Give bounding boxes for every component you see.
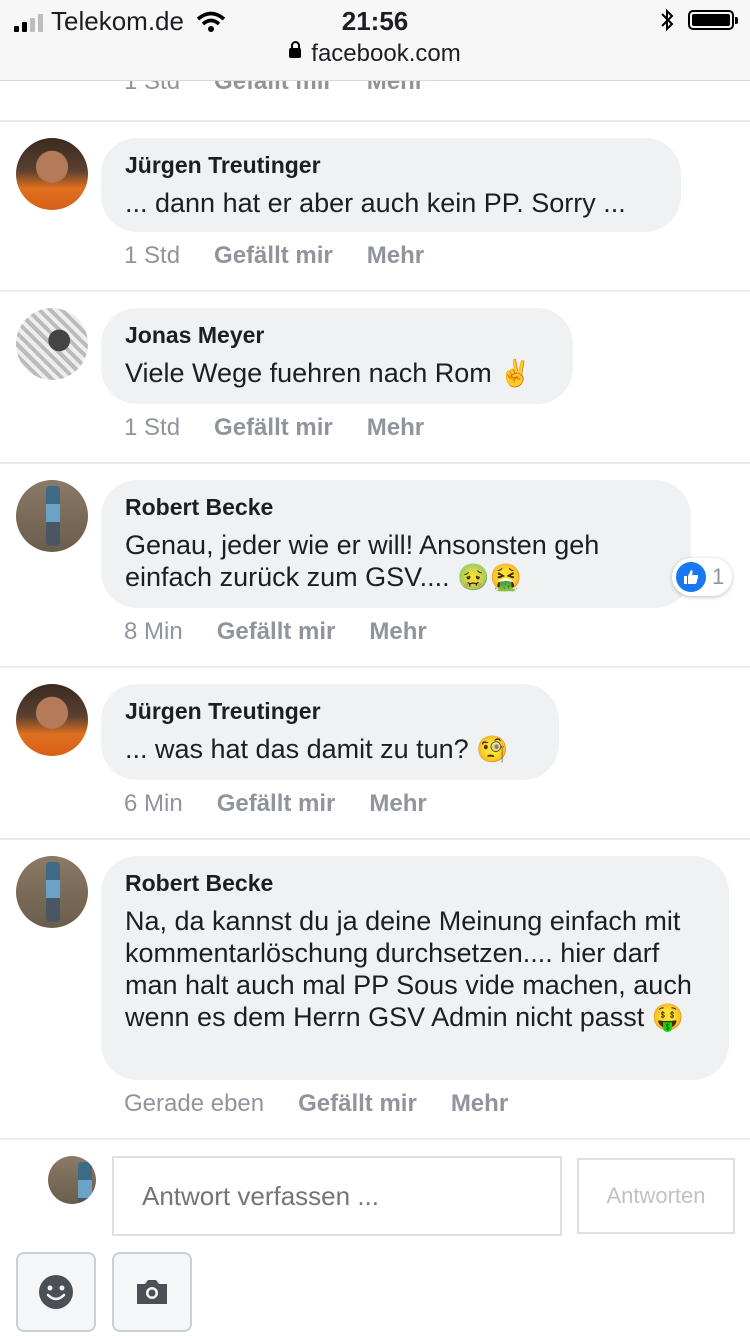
thumbs-up-icon [676, 562, 706, 592]
comment-bubble: Jürgen Treutinger ... was hat das damit … [101, 684, 559, 780]
comment-text: ... was hat das damit zu tun? 🧐 [125, 733, 535, 765]
comment-body: ... dann hat er aber auch kein PP. Sorry… [125, 188, 626, 218]
monocle-face-emoji: 🧐 [476, 734, 509, 764]
comment-item: Robert Becke Na, da kannst du ja deine M… [0, 838, 750, 1140]
bluetooth-icon [661, 8, 674, 32]
like-link[interactable]: Gefällt mir [298, 1090, 417, 1118]
comment-item: Jürgen Treutinger ... dann hat er aber a… [0, 120, 750, 290]
comment-time: 1 Std [124, 414, 181, 441]
victory-hand-emoji: ✌️ [499, 358, 532, 388]
more-link[interactable]: Mehr [367, 414, 424, 442]
comment-time: 1 Std [124, 242, 181, 269]
emoji-button[interactable] [16, 1252, 96, 1332]
comment-bubble: Jürgen Treutinger ... dann hat er aber a… [101, 138, 681, 232]
avatar[interactable] [16, 308, 88, 380]
like-link[interactable]: Gefällt mir [217, 618, 336, 646]
comment-text: Viele Wege fuehren nach Rom ✌️ [125, 357, 549, 389]
comment-text: Genau, jeder wie er will! Ansonsten geh … [125, 529, 667, 593]
comment-author[interactable]: Jürgen Treutinger [125, 152, 657, 179]
comment-author[interactable]: Jürgen Treutinger [125, 698, 535, 725]
comment-body: ... was hat das damit zu tun? [125, 734, 469, 764]
money-mouth-face-emoji: 🤑 [651, 1002, 685, 1032]
reaction-badge[interactable]: 1 [672, 558, 733, 596]
comment-time: Gerade eben [124, 1090, 265, 1117]
like-link[interactable]: Gefällt mir [214, 242, 333, 270]
comment-item: Robert Becke Genau, jeder wie er will! A… [0, 462, 750, 666]
status-icons [660, 8, 738, 32]
like-link[interactable]: Gefällt mir [217, 790, 336, 818]
more-link[interactable]: Mehr [451, 1090, 508, 1118]
avatar[interactable] [16, 138, 88, 210]
reply-composer: Antworten [0, 1138, 750, 1336]
comment-time: 8 Min [124, 618, 183, 645]
avatar[interactable] [16, 856, 88, 928]
comment-text: Na, da kannst du ja deine Meinung einfac… [125, 905, 705, 1033]
sick-faces-emoji: 🤢🤮 [457, 562, 522, 592]
comment-body: Viele Wege fuehren nach Rom [125, 358, 492, 388]
status-bar: Telekom.de 21:56 facebook.com [0, 0, 750, 81]
comment-meta: 6 Min Gefällt mir Mehr [124, 790, 427, 818]
clock: 21:56 [341, 6, 409, 36]
comment-author[interactable]: Robert Becke [125, 870, 705, 897]
comment-bubble: Robert Becke Genau, jeder wie er will! A… [101, 480, 691, 608]
avatar[interactable] [16, 480, 88, 552]
battery-icon [688, 10, 738, 30]
comment-meta: 1 Std Gefällt mir Mehr [124, 414, 424, 442]
user-avatar [48, 1156, 96, 1204]
lock-icon [289, 40, 302, 58]
smiley-icon [39, 1275, 73, 1309]
comment-item: Jürgen Treutinger ... was hat das damit … [0, 666, 750, 838]
comment-author[interactable]: Robert Becke [125, 494, 667, 521]
comment-meta: 8 Min Gefällt mir Mehr [124, 618, 427, 646]
more-link[interactable]: Mehr [369, 618, 426, 646]
url-text: facebook.com [311, 40, 461, 67]
avatar[interactable] [16, 684, 88, 756]
reply-button[interactable]: Antworten [577, 1158, 735, 1234]
reaction-count: 1 [712, 564, 725, 589]
comment-meta: 1 Std Gefällt mir Mehr [124, 242, 424, 270]
comment-time: 6 Min [124, 790, 183, 817]
comment-text: ... dann hat er aber auch kein PP. Sorry… [125, 187, 657, 219]
camera-icon [137, 1280, 167, 1304]
address-bar[interactable]: facebook.com [0, 40, 750, 68]
like-link[interactable]: Gefällt mir [214, 414, 333, 442]
comment-bubble: Jonas Meyer Viele Wege fuehren nach Rom … [101, 308, 573, 404]
more-link[interactable]: Mehr [369, 790, 426, 818]
camera-button[interactable] [112, 1252, 192, 1332]
comment-item: Jonas Meyer Viele Wege fuehren nach Rom … [0, 290, 750, 462]
comment-body: Na, da kannst du ja deine Meinung einfac… [125, 906, 692, 1032]
comment-meta: Gerade eben Gefällt mir Mehr [124, 1090, 508, 1118]
comment-bubble: Robert Becke Na, da kannst du ja deine M… [101, 856, 729, 1080]
reply-input[interactable] [112, 1156, 562, 1236]
comment-author[interactable]: Jonas Meyer [125, 322, 549, 349]
comment-body: Genau, jeder wie er will! Ansonsten geh … [125, 530, 600, 592]
more-link[interactable]: Mehr [367, 242, 424, 270]
